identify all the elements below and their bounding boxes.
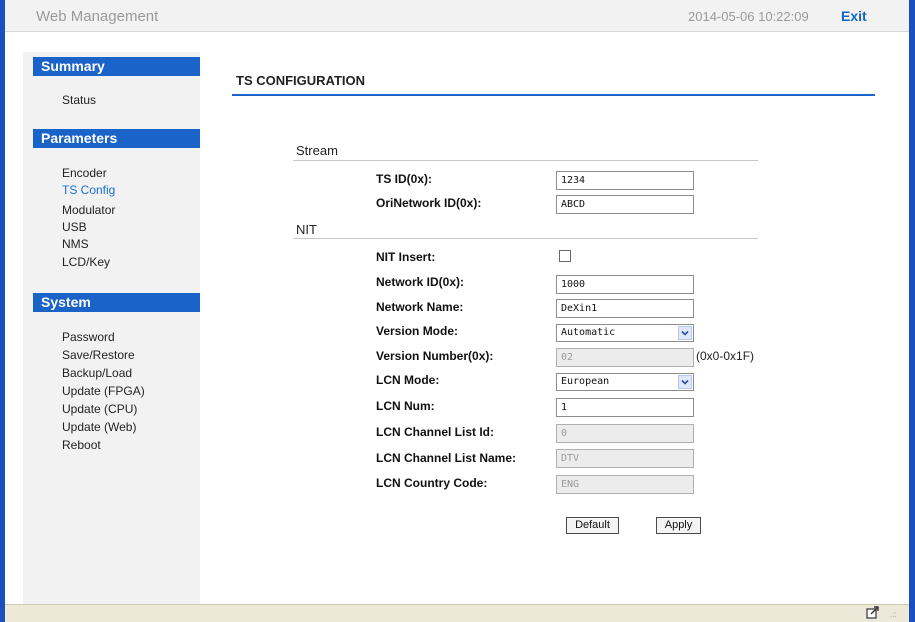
window-border-left: [0, 0, 5, 622]
nit-insert-checkbox[interactable]: [559, 250, 571, 262]
sidebar-item-ts-config[interactable]: TS Config: [62, 183, 115, 197]
window-border-right: [909, 0, 915, 622]
ts-id-input[interactable]: [556, 171, 694, 190]
default-button[interactable]: Default: [566, 517, 619, 534]
browser-page: Web Management 2014-05-06 10:22:09 Exit …: [0, 0, 915, 622]
version-mode-select[interactable]: Automatic: [556, 324, 694, 342]
app-title: Web Management: [36, 8, 159, 25]
exit-link[interactable]: Exit: [841, 8, 867, 24]
lcn-mode-value: European: [561, 376, 610, 387]
export-page-icon[interactable]: [866, 606, 880, 622]
chevron-down-icon: [678, 326, 692, 340]
lcn-mode-label: LCN Mode:: [376, 373, 440, 387]
sidebar-item-update-web[interactable]: Update (Web): [62, 420, 136, 434]
stream-group-title: Stream: [296, 143, 338, 158]
sidebar-section-parameters: Parameters: [33, 129, 200, 148]
sidebar-item-lcd-key[interactable]: LCD/Key: [62, 255, 110, 269]
nit-insert-label: NIT Insert:: [376, 250, 436, 264]
ori-network-id-label: OriNetwork ID(0x):: [376, 196, 482, 210]
lcn-country-code-label: LCN Country Code:: [376, 476, 488, 490]
lcn-channel-list-id-label: LCN Channel List Id:: [376, 425, 494, 439]
nit-group-divider: [293, 238, 758, 239]
chevron-down-icon: [678, 375, 692, 389]
sidebar: Summary Status Parameters Encoder TS Con…: [23, 52, 200, 604]
version-mode-label: Version Mode:: [376, 324, 459, 338]
lcn-num-input[interactable]: [556, 398, 694, 417]
version-number-input: [556, 348, 694, 367]
lcn-channel-list-id-input: [556, 424, 694, 443]
version-mode-value: Automatic: [561, 327, 616, 338]
header-datetime: 2014-05-06 10:22:09: [688, 9, 809, 24]
sidebar-item-reboot[interactable]: Reboot: [62, 438, 101, 452]
network-name-label: Network Name:: [376, 300, 464, 314]
lcn-country-code-input: [556, 475, 694, 494]
sidebar-item-update-fpga[interactable]: Update (FPGA): [62, 384, 145, 398]
status-bar: [5, 604, 909, 622]
sidebar-item-password[interactable]: Password: [62, 330, 115, 344]
resize-grip-icon[interactable]: .::: [890, 610, 897, 619]
network-name-input[interactable]: [556, 299, 694, 318]
network-id-label: Network ID(0x):: [376, 275, 465, 289]
apply-button[interactable]: Apply: [656, 517, 701, 534]
sidebar-item-backup-load[interactable]: Backup/Load: [62, 366, 132, 380]
sidebar-item-modulator[interactable]: Modulator: [62, 203, 115, 217]
nit-group-title: NIT: [296, 222, 317, 237]
sidebar-item-usb[interactable]: USB: [62, 220, 87, 234]
page-title: TS CONFIGURATION: [236, 73, 366, 88]
title-divider: [232, 94, 875, 96]
sidebar-item-save-restore[interactable]: Save/Restore: [62, 348, 135, 362]
version-number-range-hint: (0x0-0x1F): [696, 349, 755, 363]
header-bar: Web Management 2014-05-06 10:22:09 Exit: [5, 0, 909, 32]
lcn-channel-list-name-input: [556, 449, 694, 468]
lcn-num-label: LCN Num:: [376, 399, 435, 413]
sidebar-section-system: System: [33, 293, 200, 312]
stream-group-divider: [293, 160, 758, 161]
sidebar-section-summary: Summary: [33, 57, 200, 76]
ts-id-label: TS ID(0x):: [376, 172, 433, 186]
sidebar-item-status[interactable]: Status: [62, 93, 96, 107]
network-id-input[interactable]: [556, 275, 694, 294]
ori-network-id-input[interactable]: [556, 195, 694, 214]
version-number-label: Version Number(0x):: [376, 349, 494, 363]
sidebar-item-nms[interactable]: NMS: [62, 237, 89, 251]
lcn-mode-select[interactable]: European: [556, 373, 694, 391]
sidebar-item-encoder[interactable]: Encoder: [62, 166, 107, 180]
sidebar-item-update-cpu[interactable]: Update (CPU): [62, 402, 137, 416]
lcn-channel-list-name-label: LCN Channel List Name:: [376, 451, 517, 465]
